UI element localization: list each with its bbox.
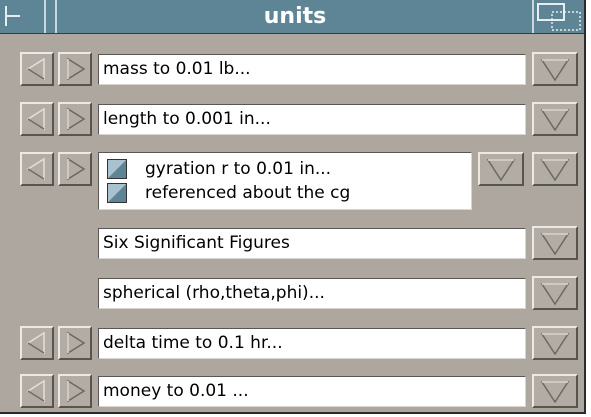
triangle-right-icon (67, 379, 86, 403)
mass-menu-button[interactable] (532, 52, 578, 86)
coordinates-field[interactable]: spherical (rho,theta,phi)... (98, 278, 526, 309)
triangle-left-icon (26, 157, 45, 181)
gyration-prev-button[interactable] (20, 152, 54, 186)
triangle-right-icon (67, 107, 86, 131)
length-prev-button[interactable] (20, 102, 54, 136)
time-field[interactable]: delta time to 0.1 hr... (98, 328, 526, 359)
triangle-down-icon (486, 159, 516, 182)
triangle-right-icon (67, 57, 86, 81)
time-menu-button[interactable] (532, 326, 578, 360)
mass-next-button[interactable] (58, 52, 92, 86)
money-prev-button[interactable] (20, 374, 54, 408)
triangle-right-icon (67, 157, 86, 181)
reference-toggle[interactable] (107, 183, 127, 203)
mass-prev-button[interactable] (20, 52, 54, 86)
triangle-left-icon (26, 57, 45, 81)
triangle-down-icon (540, 333, 570, 356)
window-title: units (263, 4, 327, 29)
resize-box[interactable] (532, 0, 584, 33)
triangle-left-icon (26, 331, 45, 355)
triangle-down-icon (540, 59, 570, 82)
money-menu-button[interactable] (532, 374, 578, 408)
mass-field[interactable]: mass to 0.01 lb... (98, 54, 526, 85)
money-field[interactable]: money to 0.01 ... (98, 376, 526, 407)
close-box[interactable] (0, 0, 46, 33)
gyration-toggle[interactable] (107, 159, 127, 179)
precision-field[interactable]: Six Significant Figures (98, 228, 526, 259)
gyration-field[interactable]: gyration r to 0.01 in... referenced abou… (98, 152, 472, 210)
title-divider (55, 0, 57, 33)
money-next-button[interactable] (58, 374, 92, 408)
time-next-button[interactable] (58, 326, 92, 360)
length-field[interactable]: length to 0.001 in... (98, 104, 526, 135)
triangle-down-icon (540, 233, 570, 256)
gyration-reference-menu-button[interactable] (478, 152, 524, 186)
gyration-line-1: gyration r to 0.01 in... (145, 159, 332, 179)
triangle-left-icon (26, 379, 45, 403)
gyration-line-2: referenced about the cg (145, 183, 351, 203)
time-prev-button[interactable] (20, 326, 54, 360)
length-menu-button[interactable] (532, 102, 578, 136)
triangle-down-icon (540, 109, 570, 132)
coordinates-menu-button[interactable] (532, 276, 578, 310)
triangle-down-icon (540, 381, 570, 404)
triangle-left-icon (26, 107, 45, 131)
units-window: units mass to 0.01 lb... length to 0.001… (0, 0, 586, 414)
diagonal-toggle-icon (108, 184, 126, 202)
triangle-right-icon (67, 331, 86, 355)
precision-menu-button[interactable] (532, 226, 578, 260)
diagonal-toggle-icon (108, 160, 126, 178)
triangle-down-icon (540, 159, 570, 182)
resize-icon (537, 3, 581, 31)
length-next-button[interactable] (58, 102, 92, 136)
gyration-next-button[interactable] (58, 152, 92, 186)
triangle-down-icon (540, 283, 570, 306)
title-bar: units (0, 0, 584, 34)
close-corner-icon (5, 6, 20, 26)
gyration-menu-button[interactable] (532, 152, 578, 186)
